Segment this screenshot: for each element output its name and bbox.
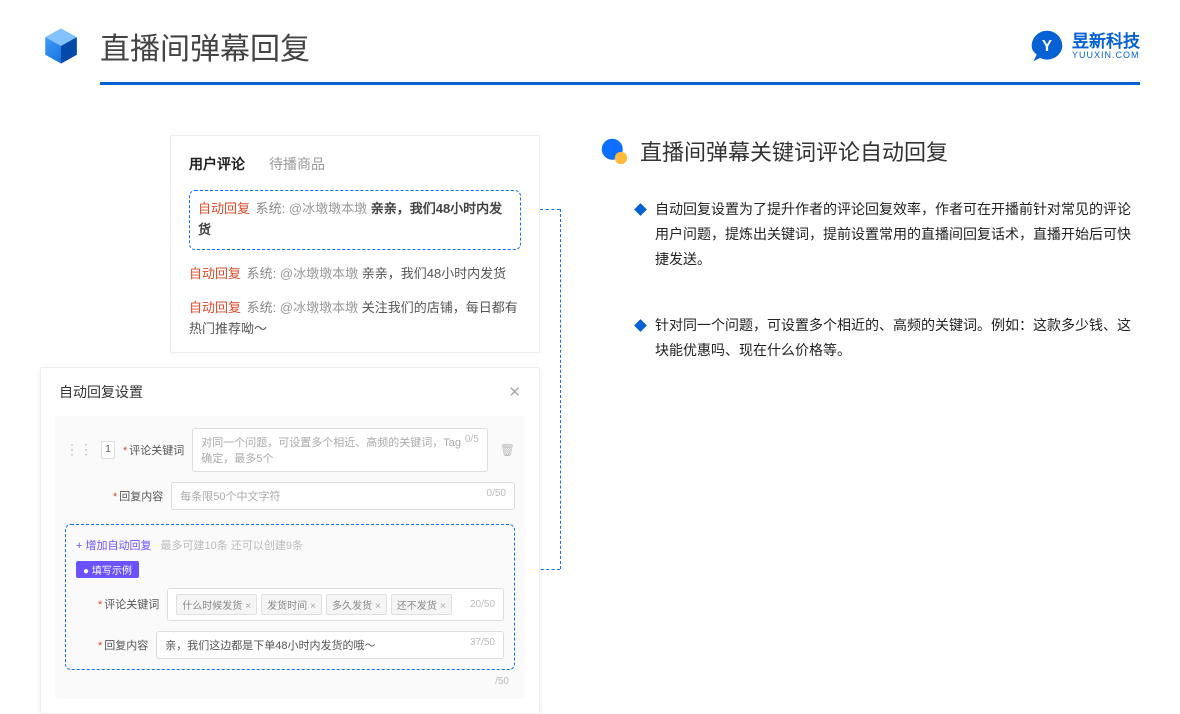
comment-user: @冰墩墩本墩 — [289, 201, 367, 216]
system-label: 系统: — [256, 201, 286, 216]
settings-card: 自动回复设置 ✕ ⋮⋮ 1 *评论关键词 对同一个问题，可设置多个相近、高频的关… — [40, 367, 540, 714]
diamond-bullet-icon — [634, 319, 647, 332]
example-row-keyword: *评论关键词 什么时候发货×发货时间×多久发货×还不发货× 20/50 — [76, 588, 504, 621]
comments-card: 用户评论 待播商品 自动回复 系统: @冰墩墩本墩 亲亲，我们48小时内发货 自… — [170, 135, 540, 353]
tag-item[interactable]: 还不发货× — [391, 594, 452, 615]
tag-item[interactable]: 什么时候发货× — [176, 594, 257, 615]
section-title: 直播间弹幕关键词评论自动回复 — [640, 135, 948, 167]
example-row-content: *回复内容 亲，我们这边都是下单48小时内发货的哦～ 37/50 — [76, 631, 504, 659]
comment-highlighted: 自动回复 系统: @冰墩墩本墩 亲亲，我们48小时内发货 — [189, 190, 521, 250]
logo-name: 昱新科技 — [1072, 33, 1140, 50]
label-keyword: 评论关键词 — [129, 445, 184, 457]
example-content-text: 亲，我们这边都是下单48小时内发货的哦～ — [165, 637, 375, 653]
auto-reply-tag: 自动回复 — [189, 300, 241, 315]
example-content-count: 37/50 — [470, 637, 495, 653]
logo-icon: Y — [1030, 29, 1064, 63]
content-count: 0/50 — [487, 488, 506, 504]
label-content: 回复内容 — [104, 640, 148, 652]
label-content: 回复内容 — [119, 491, 163, 503]
tag-item[interactable]: 发货时间× — [261, 594, 322, 615]
outer-count: /50 — [65, 670, 515, 687]
example-keyword-tags[interactable]: 什么时候发货×发货时间×多久发货×还不发货× 20/50 — [167, 588, 504, 621]
settings-title: 自动回复设置 — [59, 382, 143, 402]
settings-row-content: *回复内容 每条限50个中文字符 0/50 — [65, 482, 515, 510]
keyword-input[interactable]: 对同一个问题，可设置多个相近、高频的关键词，Tag确定，最多5个 0/5 — [192, 428, 487, 472]
comment-user: @冰墩墩本墩 — [280, 300, 358, 315]
add-reply-desc: 最多可建10条 还可以创建9条 — [161, 540, 303, 552]
delete-icon[interactable]: 🗑 — [500, 443, 515, 457]
chat-bubble-icon — [600, 137, 628, 165]
add-reply-link[interactable]: + 增加自动回复 — [76, 540, 151, 552]
svg-text:Y: Y — [1042, 38, 1052, 55]
page-title: 直播间弹幕回复 — [100, 24, 310, 68]
auto-reply-tag: 自动回复 — [198, 201, 250, 216]
keyword-placeholder: 对同一个问题，可设置多个相近、高频的关键词，Tag确定，最多5个 — [201, 434, 465, 466]
settings-row-keyword: ⋮⋮ 1 *评论关键词 对同一个问题，可设置多个相近、高频的关键词，Tag确定，… — [65, 428, 515, 472]
content-input[interactable]: 每条限50个中文字符 0/50 — [171, 482, 515, 510]
bullet-point: 针对同一个问题，可设置多个相近的、高频的关键词。例如：这款多少钱、这块能优惠吗、… — [636, 313, 1140, 363]
tag-list: 什么时候发货×发货时间×多久发货×还不发货× — [176, 594, 451, 615]
row-index: 1 — [101, 441, 115, 459]
diamond-bullet-icon — [634, 203, 647, 216]
system-label: 系统: — [247, 266, 277, 281]
screenshot-panel: 用户评论 待播商品 自动回复 系统: @冰墩墩本墩 亲亲，我们48小时内发货 自… — [40, 135, 540, 714]
auto-reply-tag: 自动回复 — [189, 266, 241, 281]
page-header: 直播间弹幕回复 Y 昱新科技 YUUXIN.COM — [0, 0, 1180, 68]
bullet-text: 针对同一个问题，可设置多个相近的、高频的关键词。例如：这款多少钱、这块能优惠吗、… — [655, 313, 1140, 363]
comment-item: 自动回复 系统: @冰墩墩本墩 亲亲，我们48小时内发货 — [189, 264, 521, 285]
label-keyword: 评论关键词 — [104, 599, 159, 611]
description-panel: 直播间弹幕关键词评论自动回复 自动回复设置为了提升作者的评论回复效率，作者可在开… — [600, 135, 1140, 714]
comment-text: 亲亲，我们48小时内发货 — [362, 266, 506, 281]
comment-item: 自动回复 系统: @冰墩墩本墩 关注我们的店铺，每日都有热门推荐呦～ — [189, 298, 521, 340]
tag-item[interactable]: 多久发货× — [326, 594, 387, 615]
content-placeholder: 每条限50个中文字符 — [180, 488, 280, 504]
keyword-count: 0/5 — [465, 434, 479, 466]
system-label: 系统: — [247, 300, 277, 315]
tab-pending-products[interactable]: 待播商品 — [269, 154, 325, 174]
connector-line — [540, 209, 560, 210]
example-badge: ● 填写示例 — [76, 561, 139, 578]
tab-user-comments[interactable]: 用户评论 — [189, 154, 245, 174]
brand-logo: Y 昱新科技 YUUXIN.COM — [1030, 29, 1140, 63]
logo-sub: YUUXIN.COM — [1072, 50, 1140, 60]
example-box: + 增加自动回复 最多可建10条 还可以创建9条 ● 填写示例 *评论关键词 什… — [65, 524, 515, 670]
close-icon[interactable]: ✕ — [508, 383, 521, 401]
connector-line — [560, 209, 561, 569]
bullet-point: 自动回复设置为了提升作者的评论回复效率，作者可在开播前针对常见的评论用户问题，提… — [636, 197, 1140, 273]
drag-handle-icon[interactable]: ⋮⋮ — [65, 441, 93, 458]
comment-user: @冰墩墩本墩 — [280, 266, 358, 281]
example-content-input[interactable]: 亲，我们这边都是下单48小时内发货的哦～ 37/50 — [156, 631, 504, 659]
example-kw-count: 20/50 — [470, 599, 495, 610]
cube-icon — [40, 25, 82, 67]
bullet-text: 自动回复设置为了提升作者的评论回复效率，作者可在开播前针对常见的评论用户问题，提… — [655, 197, 1140, 273]
